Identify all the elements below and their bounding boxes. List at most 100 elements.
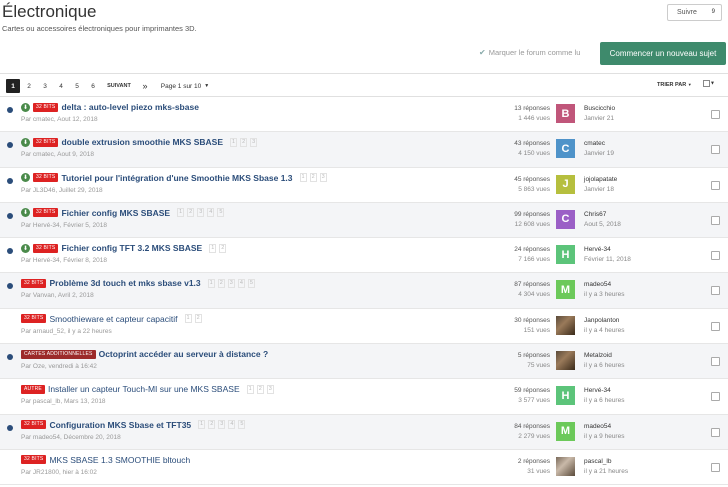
topic-row[interactable]: ⬇ 32 BITS double extrusion smoothie MKS SB… [0, 132, 728, 168]
last-poster-name[interactable]: Chris67 [584, 210, 621, 220]
last-poster-name[interactable]: madeo54 [584, 422, 624, 432]
prefix-badge[interactable]: 32 BITS [33, 137, 59, 147]
topic-row[interactable]: 32 BITS Problème 3d touch et mks sbase v1… [0, 273, 728, 309]
row-select-checkbox[interactable] [711, 427, 720, 437]
topic-row[interactable]: ⬇ 32 BITS Tutoriel pour l'intégration d'un… [0, 168, 728, 203]
last-poster-name[interactable]: Janpolanton [584, 316, 624, 326]
row-select-checkbox[interactable] [711, 251, 720, 261]
topic-title-link[interactable]: Smoothieware et capteur capacitif [49, 314, 177, 324]
topic-page-link[interactable]: 2 [256, 384, 264, 394]
topic-row[interactable]: ⬇ 32 BITS delta : auto-level piezo mks-sba… [0, 97, 728, 133]
last-poster-name[interactable]: madeo54 [584, 280, 624, 290]
topic-page-link[interactable]: 2 [208, 420, 216, 430]
row-select-checkbox[interactable] [711, 321, 720, 331]
avatar[interactable]: M [556, 421, 575, 441]
topic-row[interactable]: AUTRE Installer un capteur Touch-MI sur u… [0, 379, 728, 415]
topic-page-link[interactable]: 3 [266, 384, 274, 394]
avatar[interactable]: B [556, 104, 575, 123]
topic-page-link[interactable]: 3 [250, 137, 258, 147]
topic-page-link[interactable]: 3 [197, 208, 205, 218]
row-select-checkbox[interactable] [711, 215, 720, 225]
topic-page-link[interactable]: 4 [207, 208, 215, 218]
last-post-time[interactable]: Janvier 18 [584, 185, 617, 195]
topic-page-link[interactable]: 1 [198, 420, 206, 430]
topic-page-link[interactable]: 2 [240, 137, 248, 147]
last-poster-name[interactable]: Metalzoid [584, 351, 624, 361]
topic-page-link[interactable]: 1 [207, 278, 215, 288]
unread-dot-icon[interactable] [7, 142, 13, 149]
last-post-time[interactable]: Aout 5, 2018 [584, 220, 621, 230]
topic-page-link[interactable]: 1 [184, 314, 192, 324]
topic-title-link[interactable]: Fichier config TFT 3.2 MKS SBASE [61, 243, 202, 253]
topic-row[interactable]: 32 BITS Configuration MKS Sbase et TFT35 1… [0, 414, 728, 450]
prefix-badge[interactable]: 32 BITS [21, 314, 47, 324]
prefix-badge[interactable]: 32 BITS [33, 208, 59, 218]
topic-page-link[interactable]: 2 [219, 243, 227, 253]
topic-page-link[interactable]: 2 [187, 208, 195, 218]
unread-dot-icon[interactable] [7, 354, 13, 361]
next-page-button[interactable]: SUIVANT [104, 79, 134, 93]
page-3-button[interactable]: 3 [39, 79, 51, 93]
last-post-time[interactable]: il y a 4 heures [584, 326, 624, 336]
topic-page-link[interactable]: 5 [217, 208, 225, 218]
topic-page-link[interactable]: 2 [194, 314, 202, 324]
topic-page-link[interactable]: 4 [228, 420, 236, 430]
avatar[interactable] [556, 456, 575, 476]
page-1-button[interactable]: 1 [6, 79, 20, 93]
page-5-button[interactable]: 5 [71, 79, 83, 93]
topic-title-link[interactable]: Problème 3d touch et mks sbase v1.3 [49, 278, 200, 288]
topic-title-link[interactable]: delta : auto-level piezo mks-sbase [61, 102, 198, 112]
topic-page-link[interactable]: 2 [217, 278, 225, 288]
page-2-button[interactable]: 2 [23, 79, 35, 93]
last-poster-name[interactable]: Hervé-34 [584, 245, 631, 255]
row-select-checkbox[interactable] [711, 180, 720, 190]
topic-page-link[interactable]: 3 [227, 278, 235, 288]
avatar[interactable]: C [556, 209, 575, 229]
unread-dot-icon[interactable] [7, 248, 13, 255]
topic-page-link[interactable]: 5 [247, 278, 255, 288]
last-poster-name[interactable]: jojolapatate [584, 175, 617, 185]
topic-title-link[interactable]: Octoprint accéder au serveur à distance … [99, 349, 269, 359]
prefix-badge[interactable]: 32 BITS [21, 278, 47, 288]
avatar[interactable] [556, 315, 575, 335]
unread-dot-icon[interactable] [7, 283, 13, 290]
prefix-badge[interactable]: 32 BITS [33, 173, 59, 183]
follow-button[interactable]: Suivre 9 [667, 4, 722, 21]
topic-title-link[interactable]: Configuration MKS Sbase et TFT35 [49, 420, 191, 430]
topic-title-link[interactable]: double extrusion smoothie MKS SBASE [61, 137, 223, 147]
last-post-time[interactable]: Janvier 19 [584, 149, 614, 159]
avatar[interactable]: H [556, 245, 575, 265]
prefix-badge[interactable]: 32 BITS [21, 420, 47, 430]
unread-dot-icon[interactable] [7, 177, 13, 184]
row-select-checkbox[interactable] [711, 357, 720, 367]
page-jump-dropdown[interactable]: Page 1 sur 10 ▼ [160, 79, 210, 93]
avatar[interactable]: H [556, 386, 575, 406]
row-select-checkbox[interactable] [711, 392, 720, 402]
row-select-checkbox[interactable] [711, 462, 720, 472]
topic-title-link[interactable]: Fichier config MKS SBASE [61, 208, 170, 218]
topic-page-link[interactable]: 3 [319, 173, 327, 183]
sort-by-dropdown[interactable]: TRIER PAR ▼ [657, 82, 692, 88]
last-poster-name[interactable]: Hervé-34 [584, 386, 624, 396]
topic-page-link[interactable]: 1 [230, 137, 238, 147]
topic-title-link[interactable]: Tutoriel pour l'intégration d'une Smooth… [61, 173, 292, 183]
page-4-button[interactable]: 4 [55, 79, 67, 93]
topic-row[interactable]: 32 BITS MKS SBASE 1.3 SMOOTHIE bltouch Par… [0, 450, 728, 486]
avatar[interactable]: J [556, 174, 575, 194]
select-all-checkbox[interactable]: ▼ [703, 80, 721, 91]
row-select-checkbox[interactable] [711, 110, 720, 119]
row-select-checkbox[interactable] [711, 286, 720, 296]
page-6-button[interactable]: 6 [87, 79, 99, 93]
last-page-button[interactable]: » [139, 79, 151, 93]
topic-page-link[interactable]: 1 [299, 173, 307, 183]
avatar[interactable] [556, 351, 575, 371]
last-poster-name[interactable]: cmatec [584, 139, 614, 149]
unread-dot-icon[interactable] [7, 424, 13, 431]
last-post-time[interactable]: il y a 3 heures [584, 290, 624, 300]
unread-dot-icon[interactable] [7, 212, 13, 219]
prefix-badge[interactable]: 32 BITS [21, 455, 47, 465]
last-post-time[interactable]: Janvier 21 [584, 114, 615, 124]
topic-page-link[interactable]: 1 [246, 384, 254, 394]
row-select-checkbox[interactable] [711, 145, 720, 155]
topic-page-link[interactable]: 2 [309, 173, 317, 183]
